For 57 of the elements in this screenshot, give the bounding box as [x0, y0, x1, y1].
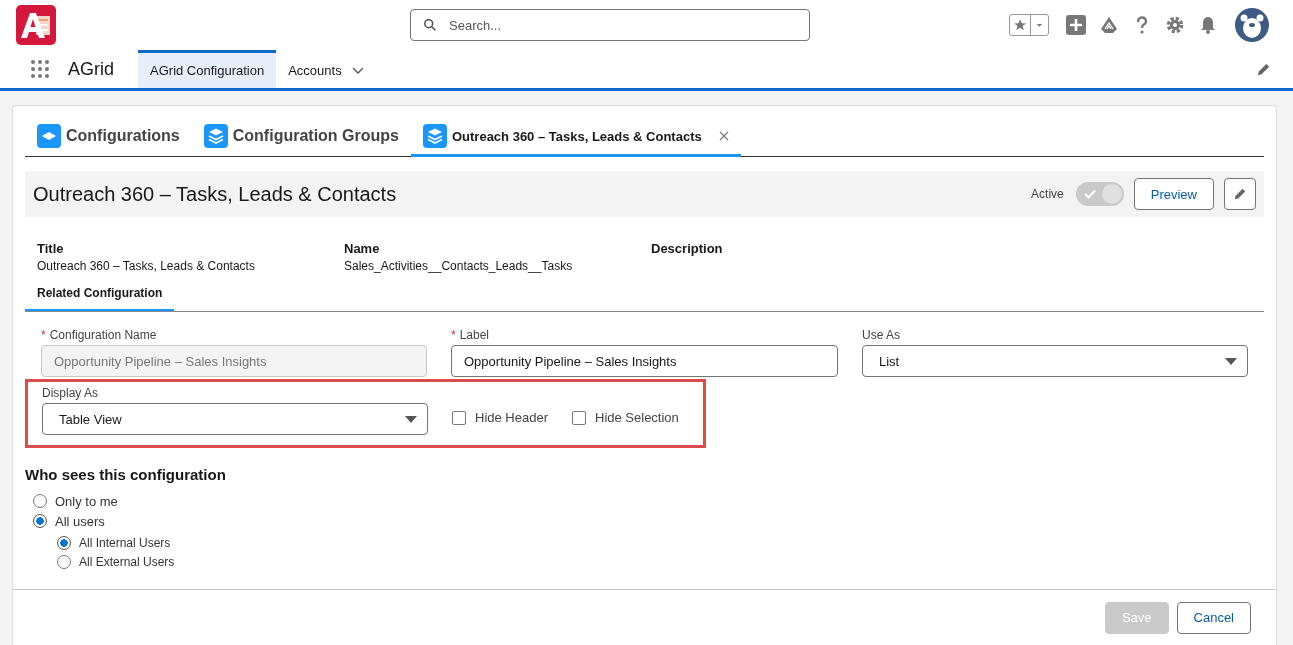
detail-value: Sales_Activities__Contacts_Leads__Tasks: [344, 259, 574, 273]
search-icon: [423, 18, 437, 32]
settings-icon[interactable]: [1165, 15, 1185, 35]
field-label: Label: [459, 328, 490, 342]
checkbox[interactable]: [452, 410, 466, 425]
edit-button[interactable]: [1224, 178, 1256, 210]
star-icon: [1013, 17, 1028, 33]
radio-button[interactable]: [33, 514, 47, 528]
section-tab[interactable]: Related Configuration: [25, 277, 175, 311]
layers-icon: [422, 124, 447, 148]
field-label: Configuration Name: [49, 328, 157, 342]
layers-icon: [203, 124, 228, 148]
radio-button[interactable]: [57, 535, 71, 550]
edit-icon[interactable]: [1256, 61, 1271, 77]
dropdown-arrow-icon: [1225, 358, 1237, 366]
radio-label: All External Users: [79, 554, 175, 569]
nav-tab[interactable]: AGrid Configuration: [138, 50, 277, 88]
radio-label: All users: [55, 513, 105, 529]
select-field[interactable]: Table View: [42, 403, 428, 435]
chevron-down-icon[interactable]: [351, 66, 364, 75]
app-launcher-icon[interactable]: [30, 59, 50, 79]
nav-tab[interactable]: Accounts: [276, 50, 376, 88]
config-tab[interactable]: Outreach 360 – Tasks, Leads & Contacts: [410, 122, 741, 157]
dropdown-arrow-icon: [405, 416, 417, 424]
active-label: Active: [1031, 187, 1064, 201]
detail-label: Title: [37, 241, 65, 256]
mountain-icon[interactable]: [1099, 15, 1119, 35]
detail-label: Description: [651, 241, 724, 256]
required-mark: *: [451, 328, 456, 342]
preview-button[interactable]: Preview: [1133, 178, 1214, 210]
record-title: Outreach 360 – Tasks, Leads & Contacts: [33, 182, 397, 206]
favorites-button[interactable]: [1009, 14, 1049, 36]
app-name: AGrid: [68, 58, 114, 80]
field-label: Use As: [862, 328, 900, 342]
checkbox-label: Hide Selection: [595, 410, 679, 425]
detail-label: Name: [344, 241, 381, 256]
detail-value: Outreach 360 – Tasks, Leads & Contacts: [37, 259, 256, 273]
config-tab[interactable]: Configurations: [25, 122, 192, 157]
active-toggle[interactable]: [1075, 182, 1124, 206]
search-field[interactable]: Search...: [410, 9, 810, 41]
text-field[interactable]: Opportunity Pipeline – Sales Insights: [451, 345, 838, 377]
select-field[interactable]: List: [862, 345, 1248, 377]
edit-icon: [1233, 187, 1247, 201]
add-icon[interactable]: [1066, 15, 1086, 35]
checkbox[interactable]: [572, 410, 586, 425]
section-heading: Who sees this configuration: [25, 466, 227, 483]
check-icon: [1083, 189, 1096, 199]
config-tab[interactable]: Configuration Groups: [191, 122, 411, 157]
required-mark: *: [41, 328, 46, 342]
radio-label: Only to me: [55, 493, 118, 509]
cancel-button[interactable]: Cancel: [1176, 601, 1251, 634]
close-icon[interactable]: [718, 131, 729, 141]
checkbox-label: Hide Header: [475, 410, 548, 425]
radio-label: All Internal Users: [79, 535, 171, 550]
field-label: Display As: [42, 386, 99, 400]
avatar-icon[interactable]: [1235, 8, 1269, 42]
app-logo[interactable]: [16, 5, 56, 45]
